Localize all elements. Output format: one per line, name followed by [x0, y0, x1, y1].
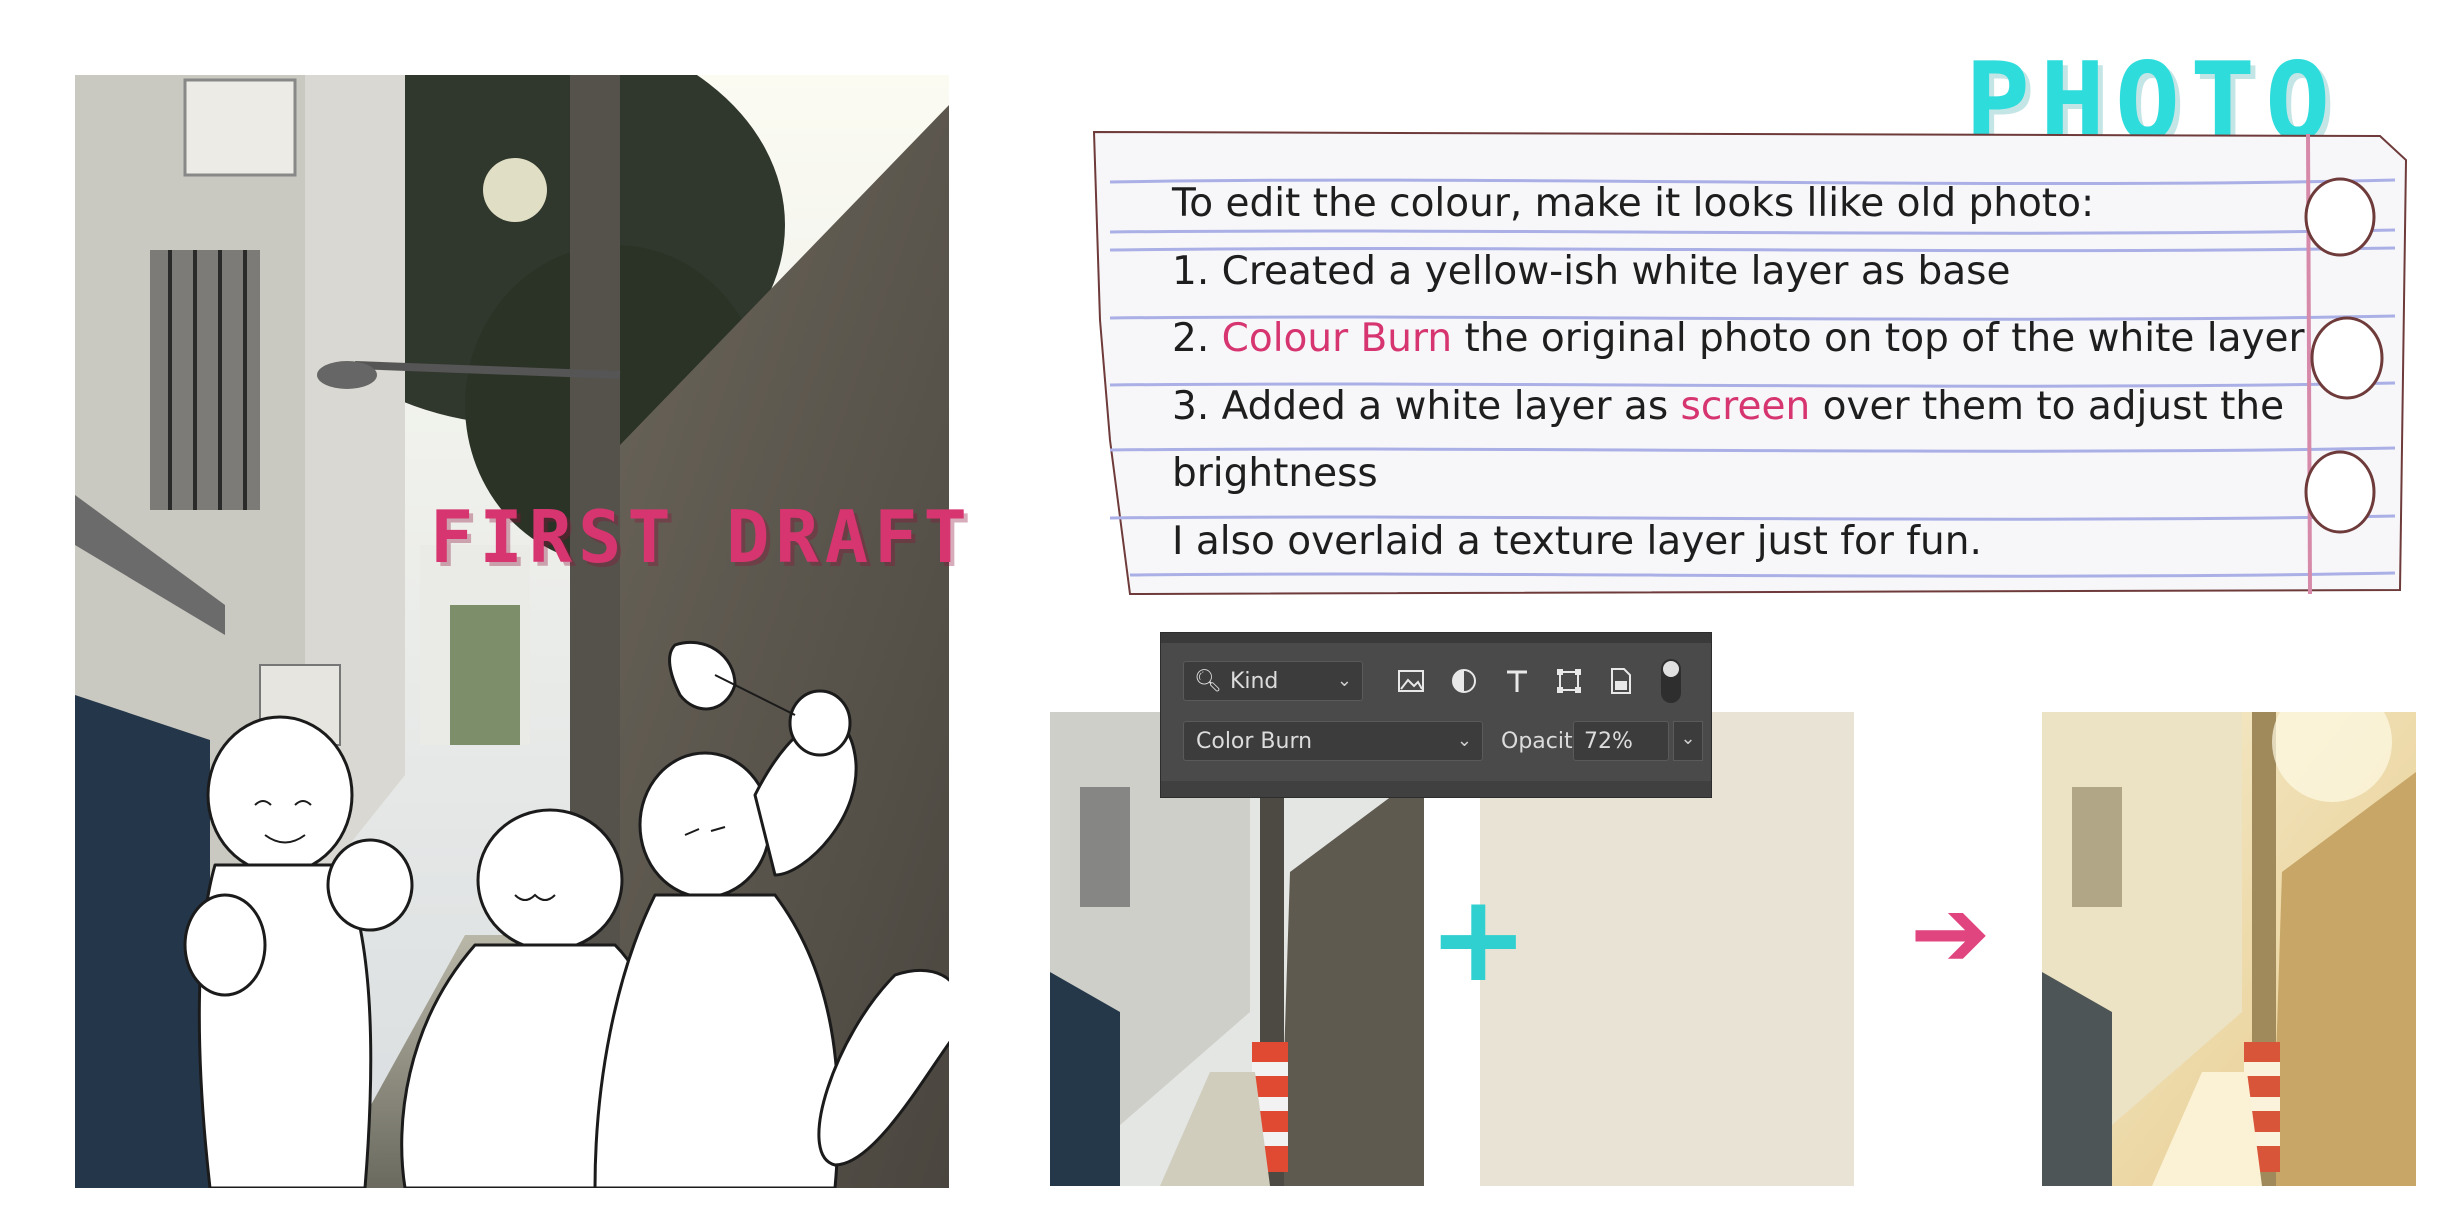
blend-mode-value: Color Burn — [1196, 728, 1313, 754]
type-filter-icon[interactable] — [1499, 663, 1535, 699]
opacity-dropdown-button[interactable]: ⌄ — [1673, 721, 1703, 761]
image-filter-icon[interactable] — [1393, 663, 1429, 699]
chevron-down-icon: ⌄ — [1456, 730, 1472, 751]
note-line-3-prefix: 2. — [1172, 316, 1222, 361]
chevron-down-icon: ⌄ — [1336, 670, 1352, 691]
note-line-2: 1. Created a yellow-ish white layer as b… — [1172, 248, 2011, 294]
first-draft-title: FIRST DRAFT — [430, 495, 973, 579]
blend-mode-select[interactable]: Color Burn ⌄ — [1183, 721, 1483, 761]
smart-object-filter-icon[interactable] — [1603, 663, 1639, 699]
note-line-1: To edit the colour, make it looks llike … — [1172, 181, 2095, 226]
note-line-3: 2. Colour Burn the original photo on top… — [1172, 305, 2332, 373]
note-line-6: I also overlaid a texture layer just for… — [1172, 518, 1982, 564]
opacity-value: 72% — [1584, 728, 1633, 754]
kind-filter-label: Kind — [1229, 668, 1279, 694]
colour-burn-highlight: Colour Burn — [1221, 316, 1453, 361]
filter-toggle-knob — [1663, 661, 1679, 677]
filter-toggle-switch[interactable] — [1661, 659, 1681, 703]
result-old-photo — [2042, 712, 2416, 1186]
opacity-input[interactable]: 72% — [1573, 721, 1669, 761]
screen-highlight: screen — [1680, 383, 1811, 429]
shape-filter-icon[interactable] — [1551, 663, 1587, 699]
panel-top-bar — [1161, 633, 1711, 643]
note-line-3-suffix: the original photo on top of the white l… — [1452, 316, 2305, 361]
layers-panel: 🔍︎ Kind ⌄ Color Burn ⌄ Opacity: 72% ⌄ — [1160, 632, 1712, 798]
note-line-5: brightness — [1172, 451, 1378, 496]
search-icon: 🔍︎ — [1194, 668, 1222, 694]
alley-photo-with-sketch — [75, 75, 949, 1188]
plus-sign: + — [1428, 870, 1529, 1009]
adjustment-filter-icon[interactable] — [1446, 663, 1482, 699]
lock-controls-row-cropped — [1161, 781, 1711, 797]
note-line-4: 3. Added a white layer as screen over th… — [1172, 373, 2332, 441]
note-text: To edit the colour, make it looks llike … — [1172, 170, 2332, 575]
note-line-4-suffix: over them to adjust the — [1810, 383, 2285, 429]
chevron-down-icon: ⌄ — [1680, 728, 1696, 749]
kind-filter-select[interactable]: 🔍︎ Kind ⌄ — [1183, 661, 1363, 701]
note-line-4-prefix: 3. Added a white layer as — [1172, 383, 1681, 429]
arrow-right-icon: ➔ — [1910, 877, 1991, 989]
